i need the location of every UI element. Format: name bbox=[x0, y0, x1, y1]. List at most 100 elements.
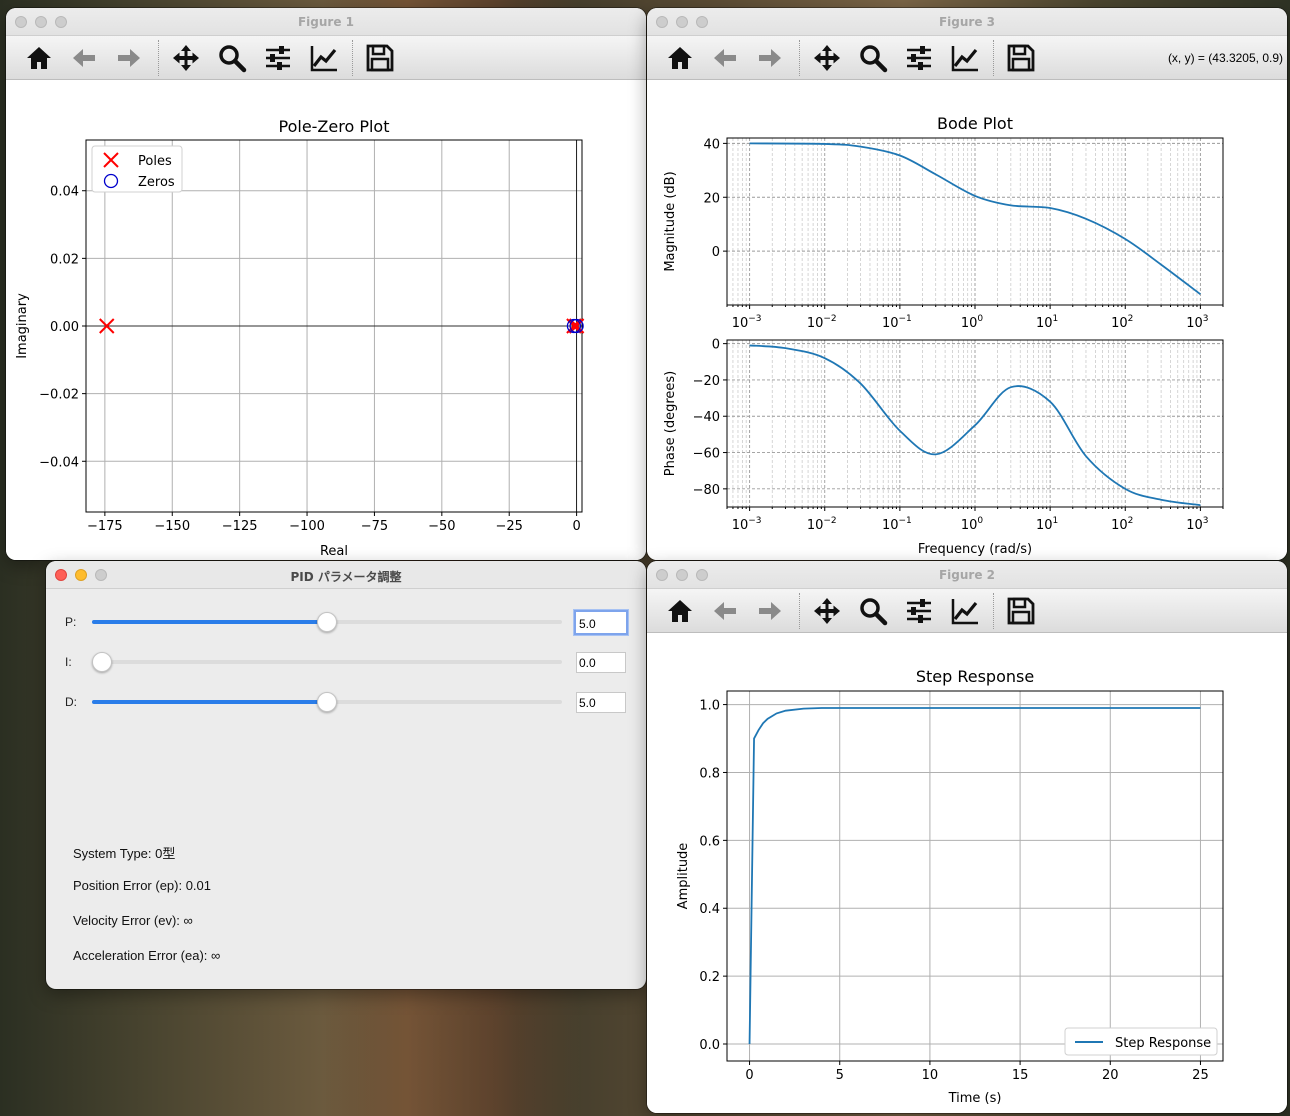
y-tick-label: 0.2 bbox=[699, 970, 720, 985]
home-button[interactable] bbox=[662, 595, 698, 627]
lines-icon bbox=[951, 46, 978, 72]
home-button[interactable] bbox=[662, 42, 698, 74]
x-tick-label: 100 bbox=[961, 516, 984, 533]
p-slider-fill bbox=[92, 620, 327, 624]
figure-2-titlebar[interactable]: Figure 2 bbox=[647, 561, 1287, 589]
move-button[interactable] bbox=[168, 42, 204, 74]
pid-titlebar[interactable]: PID パラメータ調整 bbox=[46, 561, 646, 589]
back-icon bbox=[73, 49, 95, 67]
back-button[interactable] bbox=[66, 42, 102, 74]
figure-3-titlebar[interactable]: Figure 3 bbox=[647, 8, 1287, 36]
zoom-icon bbox=[860, 45, 888, 73]
d-value-field[interactable]: 5.0 bbox=[576, 692, 626, 713]
x-tick-label: −125 bbox=[222, 519, 258, 534]
y-tick-label: 1.0 bbox=[699, 699, 720, 714]
save-button[interactable] bbox=[362, 42, 398, 74]
d-slider-handle[interactable] bbox=[317, 692, 337, 712]
bode-plot[interactable]: 0 20 40 10−3 10−2 10−1 100 101 102 103 Magnitude (… bbox=[647, 80, 1287, 560]
figure-2-window[interactable]: Figure 2 0 5 10 15 20 25 0.0 0.2 0.4 0.6 0.8 1.0 Ste… bbox=[647, 561, 1287, 1113]
toolbar-separator bbox=[352, 40, 353, 76]
x-tick-label: 101 bbox=[1036, 314, 1058, 331]
move-button[interactable] bbox=[809, 595, 845, 627]
pole-zero-plot[interactable]: −175 −150 −125 −100 −75 −50 −25 0 −0.04 −0.02 0.00… bbox=[6, 80, 646, 560]
figure-3-window[interactable]: Figure 3 (x, y) = (43.3205, 0.9) 0 20 40 10… bbox=[647, 8, 1287, 560]
move-icon bbox=[814, 598, 840, 624]
y-tick-label: 0.00 bbox=[50, 320, 79, 335]
p-slider-handle[interactable] bbox=[317, 612, 337, 632]
save-button[interactable] bbox=[1003, 42, 1039, 74]
forward-icon bbox=[759, 602, 781, 620]
step-response-plot[interactable]: 0 5 10 15 20 25 0.0 0.2 0.4 0.6 0.8 1.0 Step Respons… bbox=[647, 633, 1287, 1113]
sliders-icon bbox=[907, 46, 931, 70]
toolbar-separator bbox=[158, 40, 159, 76]
y-tick-label: 0 bbox=[712, 245, 720, 260]
forward-button[interactable] bbox=[111, 42, 147, 74]
forward-icon bbox=[759, 49, 781, 67]
zoom-button[interactable] bbox=[855, 595, 891, 627]
window-title: PID パラメータ調整 bbox=[290, 570, 402, 584]
move-button[interactable] bbox=[809, 42, 845, 74]
toolbar-separator bbox=[993, 40, 994, 76]
x-axis-label: Time (s) bbox=[948, 1091, 1002, 1106]
sliders-button[interactable] bbox=[901, 42, 937, 74]
back-button[interactable] bbox=[707, 42, 743, 74]
pole-zero-chart: −175 −150 −125 −100 −75 −50 −25 0 −0.04 −0.02 0.00… bbox=[15, 117, 585, 559]
x-tick-label: 101 bbox=[1036, 516, 1058, 533]
x-tick-label: 10−2 bbox=[807, 516, 837, 533]
window-title: Figure 1 bbox=[297, 15, 355, 29]
figure-1-window[interactable]: Figure 1 −175 −150 −125 −100 −75 −50 −25 0 −0.04… bbox=[6, 8, 646, 560]
y-tick-label: 20 bbox=[703, 191, 720, 206]
back-button[interactable] bbox=[707, 595, 743, 627]
lines-icon bbox=[951, 599, 978, 625]
x-axis-label: Frequency (rad/s) bbox=[918, 542, 1032, 557]
zoom-button[interactable] bbox=[855, 42, 891, 74]
step-response-line bbox=[748, 707, 1201, 1045]
sliders-button[interactable] bbox=[260, 42, 296, 74]
lines-icon bbox=[310, 46, 337, 72]
x-axis-label: Real bbox=[320, 544, 348, 559]
chart-title: Pole-Zero Plot bbox=[279, 117, 390, 136]
lines-button[interactable] bbox=[306, 42, 342, 74]
d-slider-row: D: 5.0 bbox=[46, 687, 646, 717]
lines-button[interactable] bbox=[947, 595, 983, 627]
y-tick-label: −80 bbox=[693, 483, 720, 498]
forward-button[interactable] bbox=[752, 42, 788, 74]
forward-icon bbox=[118, 49, 140, 67]
p-value-field[interactable]: 5.0 bbox=[574, 610, 628, 635]
home-icon bbox=[27, 47, 51, 69]
save-icon bbox=[366, 44, 394, 72]
figure-3-toolbar: (x, y) = (43.3205, 0.9) bbox=[647, 36, 1287, 80]
y-axis-label: Phase (degrees) bbox=[663, 371, 678, 476]
figure-1-titlebar[interactable]: Figure 1 bbox=[6, 8, 646, 36]
x-tick-label: −25 bbox=[495, 519, 522, 534]
home-button[interactable] bbox=[21, 42, 57, 74]
x-tick-label: 103 bbox=[1186, 314, 1208, 331]
y-tick-label: −0.02 bbox=[39, 388, 79, 403]
sliders-button[interactable] bbox=[901, 595, 937, 627]
x-tick-label: 10−1 bbox=[882, 516, 912, 533]
toolbar-separator bbox=[993, 593, 994, 629]
pid-window[interactable]: PID パラメータ調整 P: 5.0 I: 0.0 D: 5.0 System … bbox=[46, 561, 646, 989]
i-slider[interactable] bbox=[92, 652, 562, 672]
zoom-icon bbox=[860, 598, 888, 626]
y-axis-label: Amplitude bbox=[676, 843, 691, 910]
y-tick-label: −60 bbox=[693, 447, 720, 462]
i-label: I: bbox=[65, 655, 72, 669]
save-button[interactable] bbox=[1003, 595, 1039, 627]
p-slider-row: P: 5.0 bbox=[46, 607, 646, 637]
position-error-label: Position Error (ep): 0.01 bbox=[73, 878, 212, 893]
chart-title: Bode Plot bbox=[937, 114, 1013, 133]
p-slider[interactable] bbox=[92, 612, 562, 632]
x-tick-label: −175 bbox=[87, 519, 123, 534]
i-slider-handle[interactable] bbox=[92, 652, 112, 672]
back-icon bbox=[714, 49, 736, 67]
i-value-field[interactable]: 0.0 bbox=[576, 652, 626, 673]
forward-button[interactable] bbox=[752, 595, 788, 627]
y-tick-label: 0.0 bbox=[699, 1038, 720, 1053]
y-axis-label: Magnitude (dB) bbox=[663, 171, 678, 271]
lines-button[interactable] bbox=[947, 42, 983, 74]
cursor-coordinates: (x, y) = (43.3205, 0.9) bbox=[1167, 51, 1283, 65]
zoom-button[interactable] bbox=[214, 42, 250, 74]
d-slider[interactable] bbox=[92, 692, 562, 712]
y-tick-label: −0.04 bbox=[39, 455, 79, 470]
